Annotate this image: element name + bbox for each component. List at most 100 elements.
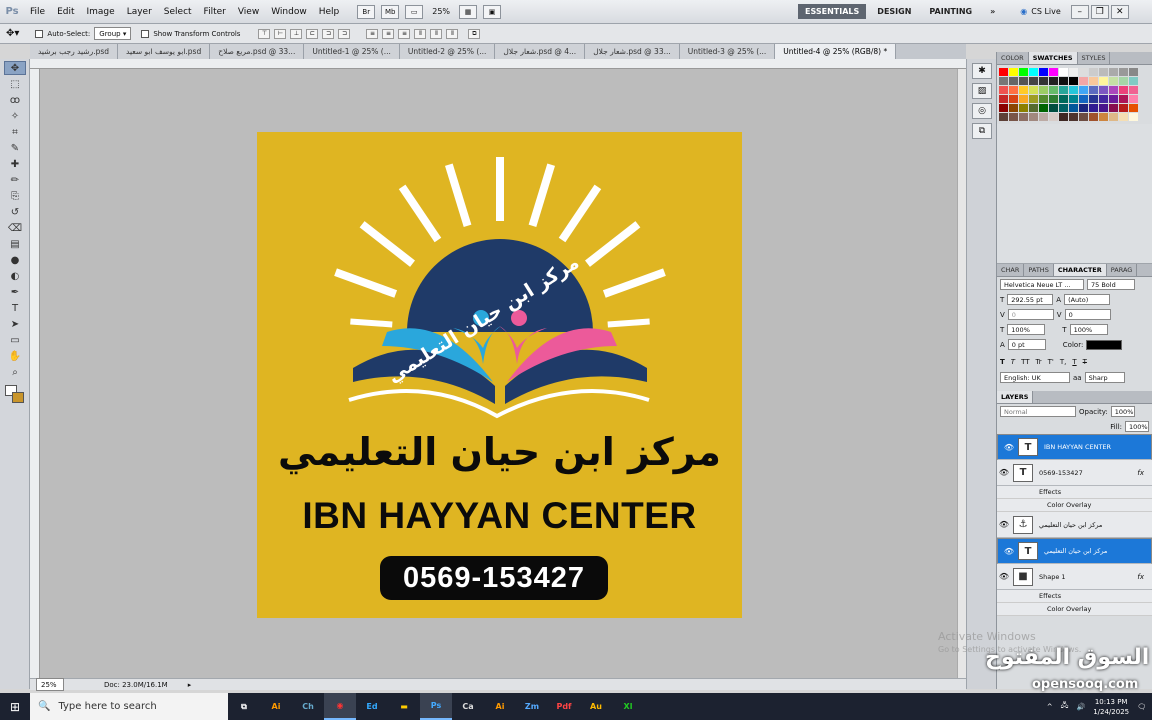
taskbar-app-illustrator-2[interactable]: Ai [484,693,516,720]
swatch[interactable] [1129,104,1138,112]
swatch[interactable] [1059,86,1068,94]
superscript-button[interactable]: T' [1048,358,1054,366]
swatch[interactable] [1119,113,1128,121]
healing-tool-icon[interactable]: ✚ [4,157,26,171]
swatch[interactable] [1059,113,1068,121]
workspace-painting[interactable]: PAINTING [922,4,979,19]
tab-paths[interactable]: PATHS [1024,264,1054,276]
minimize-icon[interactable]: – [1070,4,1089,19]
menu-layer[interactable]: Layer [121,7,158,17]
align-left-icon[interactable]: ⊏ [306,28,319,39]
eye-icon[interactable]: 👁 [1002,443,1016,452]
swatch[interactable] [1049,113,1058,121]
swatch[interactable] [1109,113,1118,121]
clock[interactable]: 10:13 PM 1/24/2025 [1093,697,1129,717]
taskbar-app-copilot[interactable]: Ch [292,693,324,720]
swatch[interactable] [1019,104,1028,112]
swatch[interactable] [1099,77,1108,85]
swatch[interactable] [1079,77,1088,85]
underline-button[interactable]: T [1072,358,1076,366]
swatch[interactable] [1079,68,1088,76]
close-icon[interactable]: ✕ [1110,4,1129,19]
swatch[interactable] [1049,68,1058,76]
swatch[interactable] [1129,86,1138,94]
swatch[interactable] [1069,86,1078,94]
swatch[interactable] [1059,68,1068,76]
swatch[interactable] [1109,95,1118,103]
faux-bold-button[interactable]: T [1000,358,1005,366]
swatch[interactable] [1049,86,1058,94]
swatch[interactable] [1009,104,1018,112]
swatch[interactable] [1019,77,1028,85]
zoom-level[interactable]: 25% [432,7,450,16]
vertical-scrollbar[interactable] [957,69,966,678]
swatch[interactable] [1129,77,1138,85]
hand-tool-icon[interactable]: ✋ [4,349,26,363]
taskbar-app-edge[interactable]: Ed [356,693,388,720]
swatch[interactable] [1019,95,1028,103]
swatch[interactable] [1069,68,1078,76]
align-top-icon[interactable]: ⊤ [258,28,271,39]
swatch[interactable] [1029,104,1038,112]
taskbar-app-a[interactable]: Au [580,693,612,720]
network-icon[interactable]: 🖧 [1061,701,1069,712]
opacity-field[interactable]: 100% [1110,406,1135,417]
swatch[interactable] [1119,104,1128,112]
antialias-dropdown[interactable]: Sharp [1084,372,1125,383]
align-right-icon[interactable]: ⊐ [338,28,351,39]
quick-select-tool-icon[interactable]: ✧ [4,109,26,123]
clone-stamp-tool-icon[interactable]: ⎘ [4,189,26,203]
swatch[interactable] [1069,77,1078,85]
align-bottom-icon[interactable]: ⊥ [290,28,303,39]
document-tab[interactable]: رشيد رجب برشيد.psd [30,44,119,59]
auto-align-icon[interactable]: ⧉ [468,28,481,39]
tab-paragraph[interactable]: PARAG [1107,264,1138,276]
swatch[interactable] [1079,86,1088,94]
layer-row[interactable]: 👁 ■ Shape 1 fx [997,564,1152,590]
swatch[interactable] [1029,68,1038,76]
small-caps-button[interactable]: Tr [1036,358,1042,366]
swatch[interactable] [1069,113,1078,121]
taskbar-app-calculator[interactable]: Ca [452,693,484,720]
swatch[interactable] [1079,113,1088,121]
menu-file[interactable]: File [24,7,51,17]
lasso-tool-icon[interactable]: ꝏ [4,93,26,107]
swatch[interactable] [1079,95,1088,103]
show-transform-checkbox[interactable] [141,29,150,38]
marquee-tool-icon[interactable]: ⬚ [4,77,26,91]
eye-icon[interactable]: 👁 [997,468,1011,477]
view-extras-button[interactable]: ▭ [405,4,424,19]
status-arrow-icon[interactable]: ▸ [188,681,192,689]
status-zoom[interactable]: 25% [36,678,64,691]
swatch[interactable] [1029,77,1038,85]
brush-tool-icon[interactable]: ✏ [4,173,26,187]
swatch[interactable] [1089,113,1098,121]
swatch[interactable] [1129,95,1138,103]
tab-layers[interactable]: LAYERS [997,391,1034,403]
minibridge-button[interactable]: Mb [381,4,400,19]
document-tab[interactable]: ابو يوسف ابو سعيد.psd [118,44,211,59]
tray-arrow-icon[interactable]: ^ [1047,703,1053,711]
swatch[interactable] [1019,68,1028,76]
auto-select-checkbox[interactable] [35,29,44,38]
align-hcenter-icon[interactable]: ⊐ [322,28,335,39]
windows-start-icon[interactable]: ⊞ [0,693,30,720]
move-tool-icon[interactable]: ✥ [4,61,26,75]
tab-channels[interactable]: CHAR [997,264,1025,276]
swatch[interactable] [1129,113,1138,121]
taskbar-search[interactable]: 🔍 Type here to search [30,693,228,720]
swatch[interactable] [1029,86,1038,94]
swatch[interactable] [1019,113,1028,121]
eye-icon[interactable]: 👁 [997,572,1011,581]
menu-filter[interactable]: Filter [198,7,232,17]
tracking-field[interactable]: 0 [1064,309,1111,320]
align-vcenter-icon[interactable]: ⊢ [274,28,287,39]
artboard[interactable] [257,132,742,618]
tab-color[interactable]: COLOR [997,52,1029,64]
strikethrough-button[interactable]: T [1083,358,1087,366]
document-tab[interactable]: Untitled-1 @ 25% (... [304,44,400,59]
swatch[interactable] [1009,95,1018,103]
swatch[interactable] [1049,77,1058,85]
distribute-bottom-icon[interactable]: ≡ [398,28,411,39]
menu-window[interactable]: Window [265,7,313,17]
